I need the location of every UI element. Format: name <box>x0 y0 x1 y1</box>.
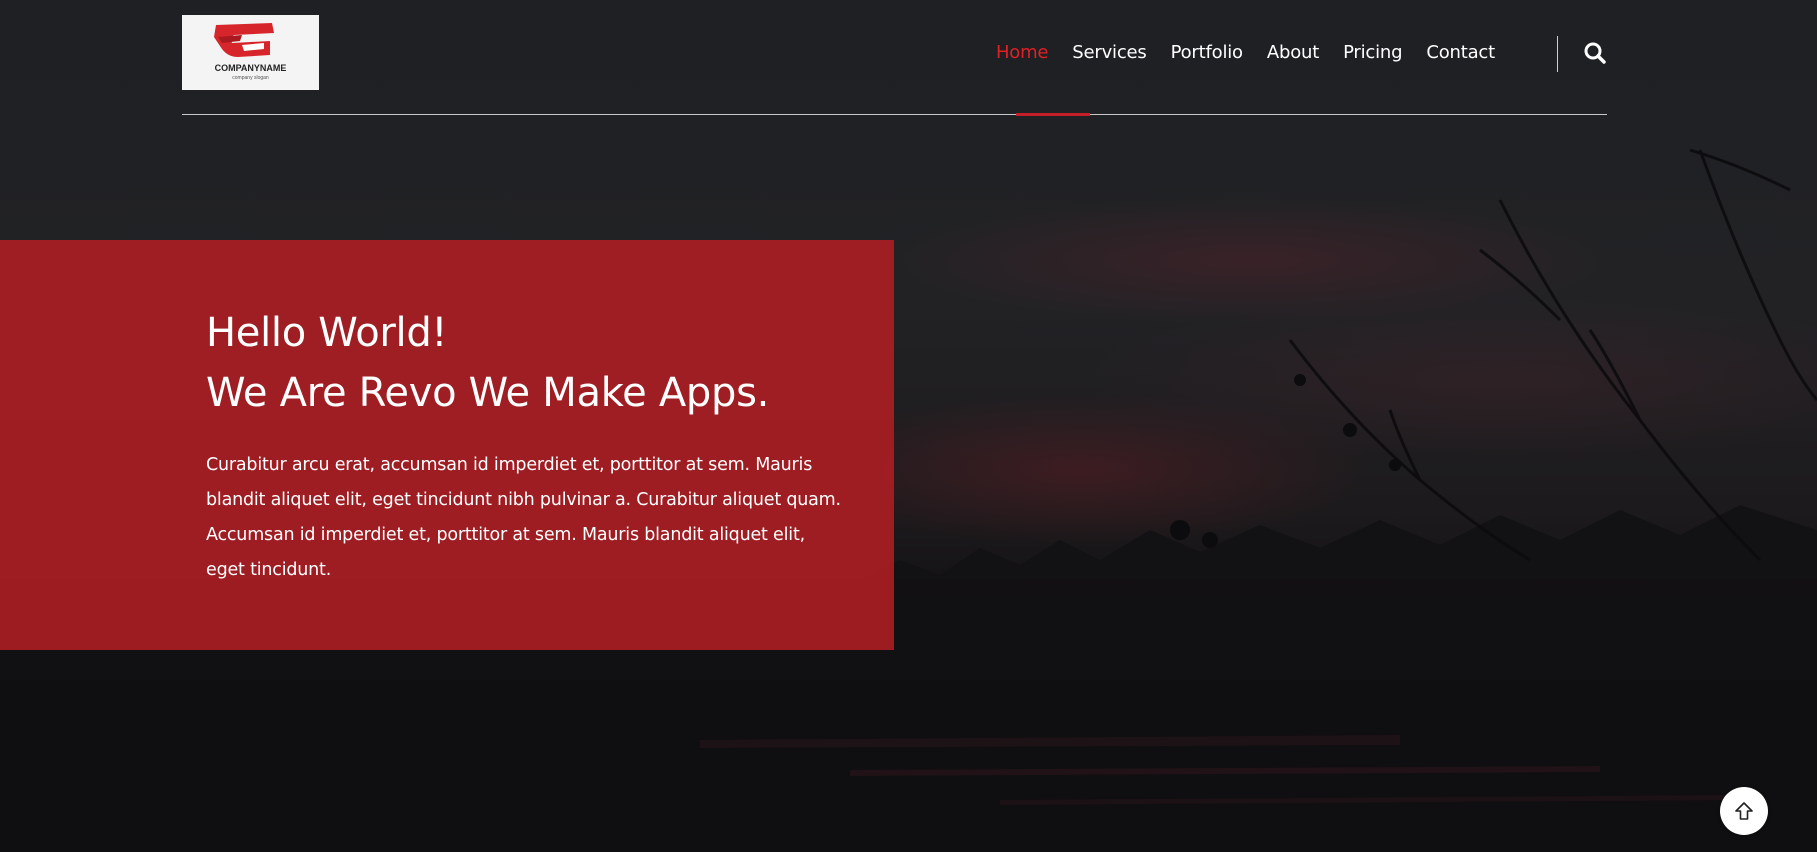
logo-mark-icon: COMPANYNAME company slogan <box>182 15 319 90</box>
arrow-up-icon <box>1735 802 1753 820</box>
hero-panel <box>0 240 894 650</box>
nav-item-about[interactable]: About <box>1255 40 1331 66</box>
logo-company-name: COMPANYNAME <box>215 63 287 73</box>
nav-item-pricing[interactable]: Pricing <box>1331 40 1414 66</box>
search-button[interactable] <box>1583 40 1607 66</box>
page: COMPANYNAME company slogan Home Services… <box>0 0 1817 852</box>
search-icon <box>1584 42 1606 64</box>
nav-item-home[interactable]: Home <box>984 40 1060 66</box>
hero-title: Hello World! We Are Revo We Make Apps. <box>206 303 769 423</box>
nav-divider <box>1557 36 1558 72</box>
hero-body-text: Curabitur arcu erat, accumsan id imperdi… <box>206 455 841 580</box>
site-header: COMPANYNAME company slogan Home Services… <box>182 0 1607 116</box>
company-logo[interactable]: COMPANYNAME company slogan <box>182 15 319 90</box>
hero-title-line-2: We Are Revo We Make Apps. <box>206 370 770 416</box>
scroll-to-top-button[interactable] <box>1720 787 1768 835</box>
nav-item-contact[interactable]: Contact <box>1414 40 1507 66</box>
header-divider-line <box>182 114 1607 115</box>
main-nav: Home Services Portfolio About Pricing Co… <box>984 40 1507 66</box>
hero-title-line-1: Hello World! <box>206 310 448 356</box>
logo-slogan: company slogan <box>232 75 269 81</box>
nav-item-services[interactable]: Services <box>1060 40 1158 66</box>
nav-item-portfolio[interactable]: Portfolio <box>1159 40 1255 66</box>
active-nav-indicator <box>1016 113 1090 116</box>
